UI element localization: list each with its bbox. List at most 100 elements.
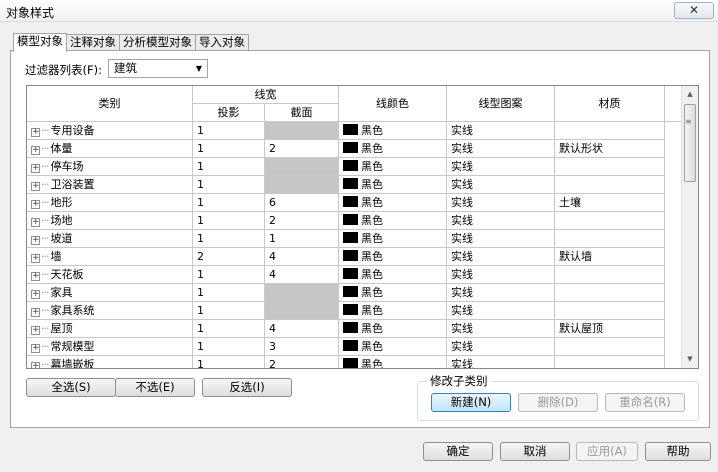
expand-icon[interactable]: + <box>31 326 40 335</box>
line-color-cell[interactable]: 黑色 <box>339 158 447 176</box>
material-cell[interactable] <box>555 212 665 230</box>
material-cell[interactable] <box>555 122 665 140</box>
cut-weight-cell[interactable]: 6 <box>265 194 339 212</box>
expand-icon[interactable]: + <box>31 344 40 353</box>
scroll-up-icon[interactable]: ▲ <box>682 86 698 103</box>
line-color-cell[interactable]: 黑色 <box>339 356 447 368</box>
header-category[interactable]: 类别 <box>27 86 193 122</box>
projection-weight-cell[interactable]: 1 <box>193 194 265 212</box>
category-cell[interactable]: +··· 幕墙嵌板 <box>27 356 193 368</box>
expand-icon[interactable]: + <box>31 254 40 263</box>
table-row[interactable]: +··· 体量 1 2 黑色 实线 默认形状 <box>27 140 666 158</box>
line-pattern-cell[interactable]: 实线 <box>447 140 555 158</box>
category-cell[interactable]: +··· 常规模型 <box>27 338 193 356</box>
tab-annotation-objects[interactable]: 注释对象 <box>66 34 120 51</box>
line-pattern-cell[interactable]: 实线 <box>447 338 555 356</box>
expand-icon[interactable]: + <box>31 362 40 368</box>
cut-weight-cell[interactable]: 1 <box>265 230 339 248</box>
line-color-cell[interactable]: 黑色 <box>339 122 447 140</box>
line-pattern-cell[interactable]: 实线 <box>447 266 555 284</box>
material-cell[interactable] <box>555 158 665 176</box>
tab-model-objects[interactable]: 模型对象 <box>13 33 67 52</box>
line-pattern-cell[interactable]: 实线 <box>447 176 555 194</box>
category-cell[interactable]: +··· 体量 <box>27 140 193 158</box>
select-all-button[interactable]: 全选(S) <box>26 378 116 397</box>
table-row[interactable]: +··· 坡道 1 1 黑色 实线 <box>27 230 666 248</box>
line-color-cell[interactable]: 黑色 <box>339 212 447 230</box>
line-color-cell[interactable]: 黑色 <box>339 194 447 212</box>
projection-weight-cell[interactable]: 1 <box>193 320 265 338</box>
tab-imported-objects[interactable]: 导入对象 <box>195 34 249 51</box>
projection-weight-cell[interactable]: 1 <box>193 338 265 356</box>
table-row[interactable]: +··· 场地 1 2 黑色 实线 <box>27 212 666 230</box>
category-cell[interactable]: +··· 坡道 <box>27 230 193 248</box>
table-row[interactable]: +··· 家具系统 1 黑色 实线 <box>27 302 666 320</box>
expand-icon[interactable]: + <box>31 272 40 281</box>
category-cell[interactable]: +··· 墙 <box>27 248 193 266</box>
cancel-button[interactable]: 取消 <box>500 442 570 461</box>
expand-icon[interactable]: + <box>31 218 40 227</box>
line-color-cell[interactable]: 黑色 <box>339 266 447 284</box>
projection-weight-cell[interactable]: 1 <box>193 158 265 176</box>
close-button[interactable]: ✕ <box>674 2 714 19</box>
material-cell[interactable]: 默认墙 <box>555 248 665 266</box>
table-row[interactable]: +··· 天花板 1 4 黑色 实线 <box>27 266 666 284</box>
category-cell[interactable]: +··· 专用设备 <box>27 122 193 140</box>
category-cell[interactable]: +··· 卫浴装置 <box>27 176 193 194</box>
expand-icon[interactable]: + <box>31 182 40 191</box>
projection-weight-cell[interactable]: 2 <box>193 248 265 266</box>
line-color-cell[interactable]: 黑色 <box>339 230 447 248</box>
material-cell[interactable] <box>555 284 665 302</box>
line-color-cell[interactable]: 黑色 <box>339 338 447 356</box>
material-cell[interactable] <box>555 230 665 248</box>
projection-weight-cell[interactable]: 1 <box>193 140 265 158</box>
projection-weight-cell[interactable]: 1 <box>193 266 265 284</box>
table-row[interactable]: +··· 卫浴装置 1 黑色 实线 <box>27 176 666 194</box>
line-color-cell[interactable]: 黑色 <box>339 140 447 158</box>
category-cell[interactable]: +··· 家具系统 <box>27 302 193 320</box>
category-cell[interactable]: +··· 屋顶 <box>27 320 193 338</box>
rename-subcategory-button[interactable]: 重命名(R) <box>605 393 685 412</box>
line-color-cell[interactable]: 黑色 <box>339 248 447 266</box>
ok-button[interactable]: 确定 <box>423 442 493 461</box>
header-line-color[interactable]: 线颜色 <box>339 86 447 122</box>
invert-selection-button[interactable]: 反选(I) <box>202 378 292 397</box>
cut-weight-cell[interactable]: 4 <box>265 266 339 284</box>
expand-icon[interactable]: + <box>31 290 40 299</box>
projection-weight-cell[interactable]: 1 <box>193 230 265 248</box>
line-pattern-cell[interactable]: 实线 <box>447 122 555 140</box>
projection-weight-cell[interactable]: 1 <box>193 122 265 140</box>
cut-weight-cell[interactable]: 2 <box>265 356 339 368</box>
filter-dropdown[interactable]: 建筑 ▼ <box>108 59 208 78</box>
line-pattern-cell[interactable]: 实线 <box>447 158 555 176</box>
material-cell[interactable]: 土壤 <box>555 194 665 212</box>
table-row[interactable]: +··· 墙 2 4 黑色 实线 默认墙 <box>27 248 666 266</box>
material-cell[interactable] <box>555 266 665 284</box>
line-color-cell[interactable]: 黑色 <box>339 302 447 320</box>
line-pattern-cell[interactable]: 实线 <box>447 194 555 212</box>
scroll-down-icon[interactable]: ▼ <box>682 351 698 368</box>
delete-subcategory-button[interactable]: 删除(D) <box>518 393 598 412</box>
expand-icon[interactable]: + <box>31 236 40 245</box>
projection-weight-cell[interactable]: 1 <box>193 284 265 302</box>
tab-analytical-model-objects[interactable]: 分析模型对象 <box>119 34 196 51</box>
help-button[interactable]: 帮助 <box>645 442 711 461</box>
line-pattern-cell[interactable]: 实线 <box>447 284 555 302</box>
material-cell[interactable] <box>555 176 665 194</box>
expand-icon[interactable]: + <box>31 128 40 137</box>
expand-icon[interactable]: + <box>31 200 40 209</box>
line-pattern-cell[interactable]: 实线 <box>447 248 555 266</box>
category-cell[interactable]: +··· 地形 <box>27 194 193 212</box>
material-cell[interactable] <box>555 356 665 368</box>
scroll-thumb[interactable] <box>684 104 696 182</box>
header-line-pattern[interactable]: 线型图案 <box>447 86 555 122</box>
header-material[interactable]: 材质 <box>555 86 665 122</box>
header-cut[interactable]: 截面 <box>265 104 339 122</box>
line-color-cell[interactable]: 黑色 <box>339 320 447 338</box>
line-pattern-cell[interactable]: 实线 <box>447 230 555 248</box>
line-pattern-cell[interactable]: 实线 <box>447 212 555 230</box>
line-color-cell[interactable]: 黑色 <box>339 176 447 194</box>
material-cell[interactable]: 默认屋顶 <box>555 320 665 338</box>
table-row[interactable]: +··· 家具 1 黑色 实线 <box>27 284 666 302</box>
line-color-cell[interactable]: 黑色 <box>339 284 447 302</box>
